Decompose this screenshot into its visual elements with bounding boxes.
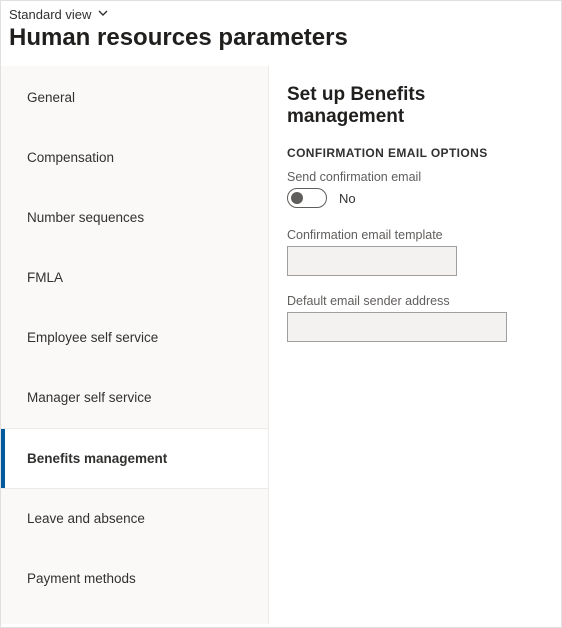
section-label: CONFIRMATION EMAIL OPTIONS — [287, 146, 543, 160]
toggle-knob — [291, 192, 303, 204]
sidebar-item-general[interactable]: General — [1, 68, 268, 128]
confirmation-template-label: Confirmation email template — [287, 228, 543, 242]
sidebar-item-number-sequences[interactable]: Number sequences — [1, 188, 268, 248]
sidebar-item-manager-self-service[interactable]: Manager self service — [1, 368, 268, 428]
sidebar-item-fmla[interactable]: FMLA — [1, 248, 268, 308]
sidebar-item-leave-and-absence[interactable]: Leave and absence — [1, 489, 268, 549]
chevron-down-icon — [97, 7, 109, 22]
sidebar-item-label: Employee self service — [27, 330, 158, 345]
send-confirmation-toggle[interactable] — [287, 188, 327, 208]
view-label: Standard view — [9, 7, 91, 22]
send-confirmation-value: No — [339, 191, 356, 206]
panel-title: Set up Benefits management — [287, 84, 543, 128]
sidebar-item-label: Payment methods — [27, 571, 136, 586]
sidebar-item-compensation[interactable]: Compensation — [1, 128, 268, 188]
default-sender-input[interactable] — [287, 312, 507, 342]
sidebar-item-label: FMLA — [27, 270, 63, 285]
sidebar-item-label: Compensation — [27, 150, 114, 165]
sidebar-item-benefits-management[interactable]: Benefits management — [1, 428, 268, 489]
sidebar-item-label: Leave and absence — [27, 511, 145, 526]
sidebar-item-label: Number sequences — [27, 210, 144, 225]
send-confirmation-field: Send confirmation email No — [287, 170, 543, 208]
confirmation-template-field: Confirmation email template — [287, 228, 543, 276]
send-confirmation-label: Send confirmation email — [287, 170, 543, 184]
settings-sidebar: General Compensation Number sequences FM… — [1, 66, 269, 624]
sidebar-item-label: General — [27, 90, 75, 105]
main-panel: Set up Benefits management CONFIRMATION … — [269, 66, 561, 624]
content-area: General Compensation Number sequences FM… — [1, 66, 561, 624]
page-title: Human resources parameters — [1, 22, 561, 66]
view-selector[interactable]: Standard view — [1, 1, 561, 22]
sidebar-item-payment-methods[interactable]: Payment methods — [1, 549, 268, 609]
sidebar-item-label: Benefits management — [27, 451, 167, 466]
sidebar-item-label: Manager self service — [27, 390, 152, 405]
default-sender-field: Default email sender address — [287, 294, 543, 342]
default-sender-label: Default email sender address — [287, 294, 543, 308]
sidebar-item-employee-self-service[interactable]: Employee self service — [1, 308, 268, 368]
confirmation-template-input[interactable] — [287, 246, 457, 276]
